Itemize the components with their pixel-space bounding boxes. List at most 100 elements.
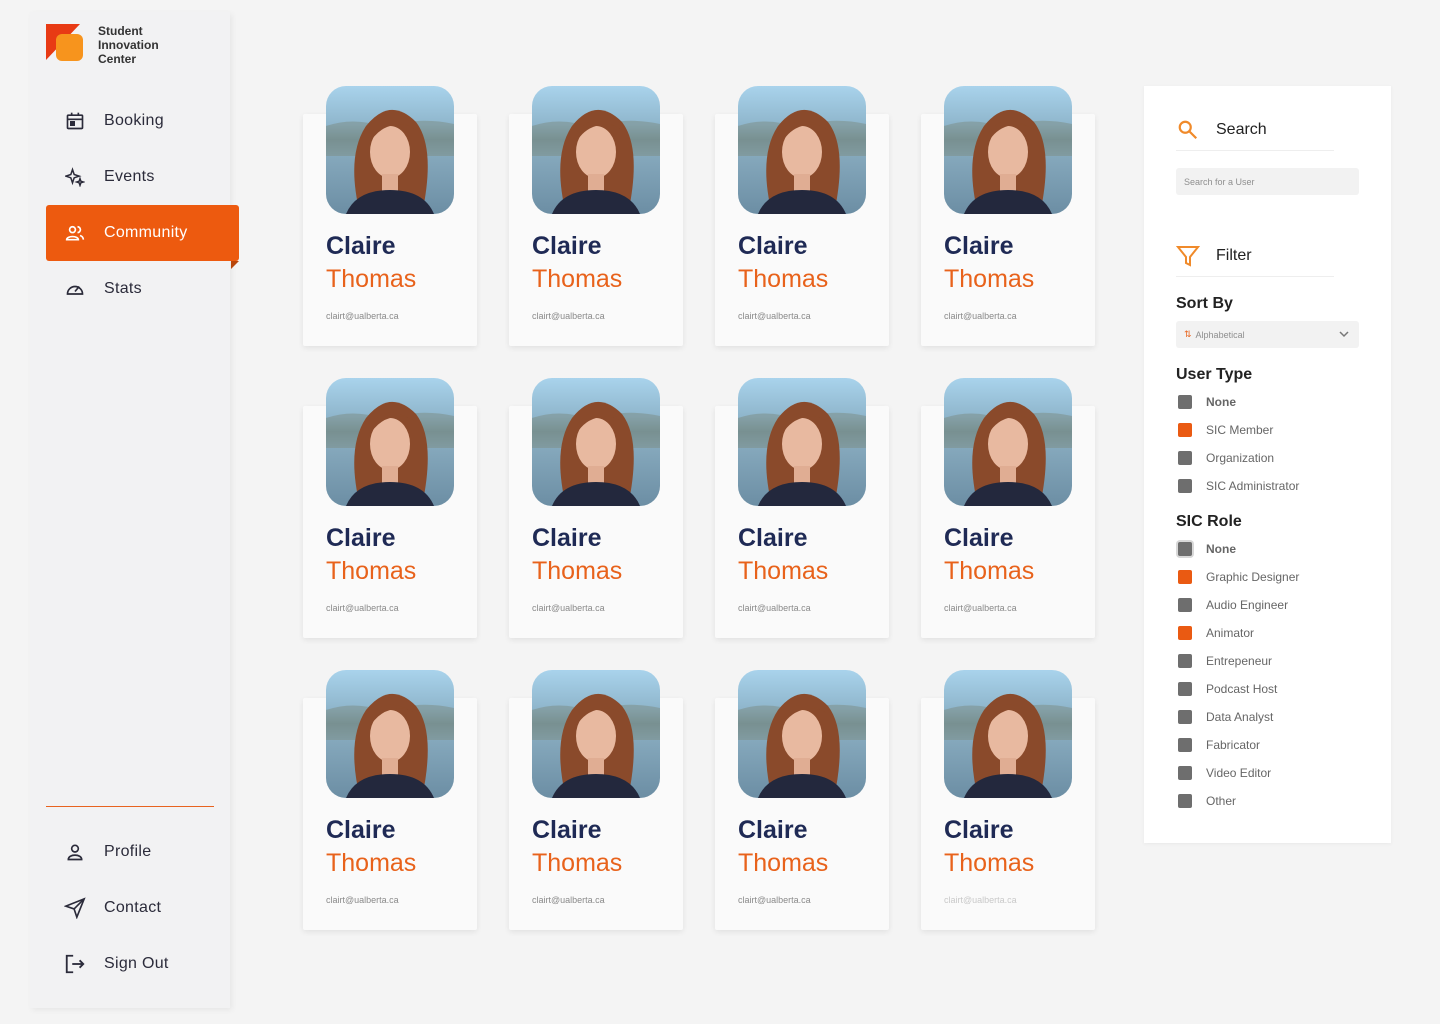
calendar-icon <box>64 110 86 132</box>
checkbox[interactable] <box>1178 598 1192 612</box>
nav-item-profile[interactable]: Profile <box>46 824 239 880</box>
user-last-name: Thomas <box>326 849 417 877</box>
avatar <box>738 378 866 506</box>
checkbox[interactable] <box>1178 542 1192 556</box>
chevron-down-icon <box>1339 329 1349 341</box>
filter-option[interactable]: Organization <box>1178 451 1274 465</box>
user-card[interactable]: Claire Thomas clairt@ualberta.ca <box>509 378 683 638</box>
user-last-name: Thomas <box>944 265 1035 293</box>
send-icon <box>64 897 86 919</box>
sign-out-icon <box>64 953 86 975</box>
avatar <box>326 86 454 214</box>
checkbox[interactable] <box>1178 682 1192 696</box>
filter-option[interactable]: Animator <box>1178 626 1254 640</box>
checkbox[interactable] <box>1178 423 1192 437</box>
checkbox[interactable] <box>1178 654 1192 668</box>
user-card[interactable]: Claire Thomas clairt@ualberta.ca <box>921 670 1095 930</box>
nav-item-sign-out[interactable]: Sign Out <box>46 936 239 992</box>
checkbox[interactable] <box>1178 570 1192 584</box>
nav-item-community[interactable]: Community <box>46 205 239 269</box>
user-email: clairt@ualberta.ca <box>738 311 811 321</box>
filter-option[interactable]: Video Editor <box>1178 766 1271 780</box>
nav-item-booking[interactable]: Booking <box>46 93 239 149</box>
filter-option-label: Entrepeneur <box>1206 654 1273 668</box>
nav-item-events[interactable]: Events <box>46 149 239 205</box>
filter-option[interactable]: Fabricator <box>1178 738 1260 752</box>
user-card[interactable]: Claire Thomas clairt@ualberta.ca <box>509 670 683 930</box>
user-card[interactable]: Claire Thomas clairt@ualberta.ca <box>303 378 477 638</box>
checkbox[interactable] <box>1178 626 1192 640</box>
avatar <box>944 86 1072 214</box>
user-card[interactable]: Claire Thomas clairt@ualberta.ca <box>303 670 477 930</box>
search-header: Search <box>1176 109 1334 151</box>
sort-icon: ⇅ <box>1184 329 1192 339</box>
user-card[interactable]: Claire Thomas clairt@ualberta.ca <box>715 86 889 346</box>
nav-item-contact[interactable]: Contact <box>46 880 239 936</box>
filter-header: Filter <box>1176 235 1334 277</box>
user-first-name: Claire <box>738 524 808 552</box>
nav-item-label: Community <box>104 224 188 241</box>
filter-option[interactable]: SIC Member <box>1178 423 1273 437</box>
search-title: Search <box>1216 120 1267 138</box>
user-first-name: Claire <box>944 816 1014 844</box>
user-email: clairt@ualberta.ca <box>738 895 811 905</box>
avatar <box>944 378 1072 506</box>
brand-name: Student Innovation Center <box>98 24 178 66</box>
person-icon <box>64 841 86 863</box>
filter-option[interactable]: Graphic Designer <box>1178 570 1299 584</box>
filter-option-label: Animator <box>1206 626 1255 640</box>
filter-option-label: Audio Engineer <box>1206 598 1289 612</box>
user-email: clairt@ualberta.ca <box>532 311 605 321</box>
user-card[interactable]: Claire Thomas clairt@ualberta.ca <box>921 86 1095 346</box>
checkbox[interactable] <box>1178 479 1192 493</box>
user-card[interactable]: Claire Thomas clairt@ualberta.ca <box>715 670 889 930</box>
user-last-name: Thomas <box>532 265 623 293</box>
filter-option-label: Data Analyst <box>1206 710 1274 724</box>
avatar <box>738 670 866 798</box>
filter-option-label: None <box>1206 542 1236 556</box>
avatar <box>532 670 660 798</box>
user-email: clairt@ualberta.ca <box>532 603 605 613</box>
secondary-nav: Profile Contact Sign Out <box>46 824 239 992</box>
filter-option-label: Other <box>1206 794 1237 808</box>
filter-option[interactable]: Data Analyst <box>1178 710 1273 724</box>
filter-option[interactable]: Audio Engineer <box>1178 598 1288 612</box>
filter-option[interactable]: SIC Administrator <box>1178 479 1299 493</box>
filter-option[interactable]: Other <box>1178 794 1236 808</box>
user-card[interactable]: Claire Thomas clairt@ualberta.ca <box>303 86 477 346</box>
user-last-name: Thomas <box>944 849 1035 877</box>
user-card[interactable]: Claire Thomas clairt@ualberta.ca <box>509 86 683 346</box>
avatar <box>738 86 866 214</box>
checkbox[interactable] <box>1178 766 1192 780</box>
checkbox[interactable] <box>1178 794 1192 808</box>
user-card[interactable]: Claire Thomas clairt@ualberta.ca <box>715 378 889 638</box>
filter-panel: Search Filter Sort By ⇅ Alphabetical Use… <box>1144 86 1391 843</box>
filter-icon <box>1176 244 1200 268</box>
user-email: clairt@ualberta.ca <box>738 603 811 613</box>
user-email: clairt@ualberta.ca <box>532 895 605 905</box>
sparkle-icon <box>64 166 86 188</box>
avatar <box>532 378 660 506</box>
nav-item-stats[interactable]: Stats <box>46 261 239 317</box>
filter-option[interactable]: None <box>1178 542 1236 556</box>
brand-logo[interactable]: Student Innovation Center <box>46 24 178 66</box>
user-card[interactable]: Claire Thomas clairt@ualberta.ca <box>921 378 1095 638</box>
checkbox[interactable] <box>1178 738 1192 752</box>
checkbox[interactable] <box>1178 710 1192 724</box>
checkbox[interactable] <box>1178 395 1192 409</box>
checkbox[interactable] <box>1178 451 1192 465</box>
sidebar: Student Innovation Center Booking Events… <box>30 12 239 1008</box>
filter-option[interactable]: Entrepeneur <box>1178 654 1272 668</box>
user-last-name: Thomas <box>326 557 417 585</box>
sort-select[interactable]: ⇅ Alphabetical <box>1176 321 1359 348</box>
filter-option[interactable]: None <box>1178 395 1236 409</box>
search-icon <box>1176 118 1200 142</box>
filter-option[interactable]: Podcast Host <box>1178 682 1277 696</box>
user-first-name: Claire <box>326 232 396 260</box>
search-input[interactable] <box>1176 168 1359 195</box>
nav-item-label: Booking <box>104 112 164 129</box>
primary-nav: Booking Events Community Stats <box>46 93 239 317</box>
sic-role-title: SIC Role <box>1176 513 1242 530</box>
user-first-name: Claire <box>738 816 808 844</box>
nav-divider <box>46 806 214 807</box>
